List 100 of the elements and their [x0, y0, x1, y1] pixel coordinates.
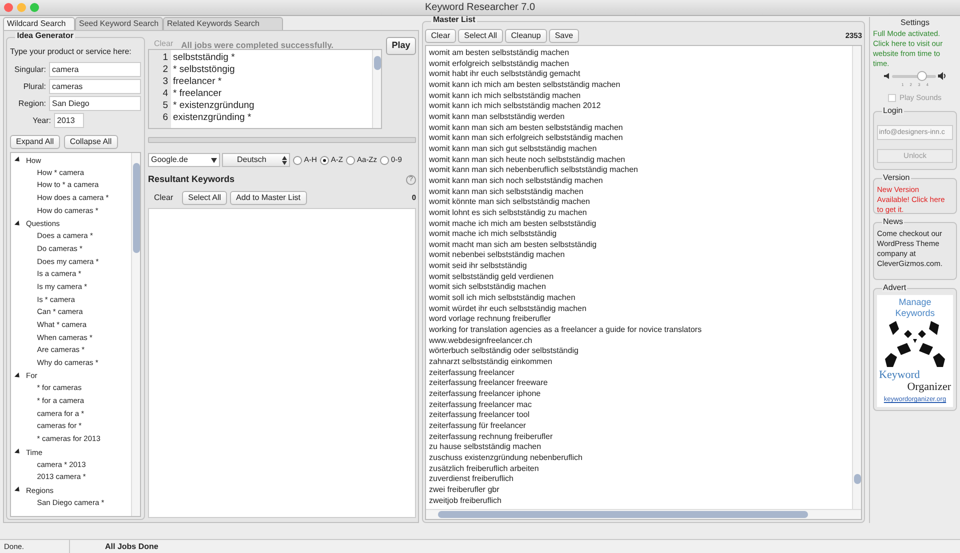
keyword-row[interactable]: womit soll ich mich selbstständig machen: [429, 293, 852, 304]
keyword-row[interactable]: womit kann man sich selbstständig machen: [429, 186, 852, 198]
vertical-scrollbar[interactable]: [372, 50, 381, 128]
button[interactable]: Collapse All: [64, 135, 118, 149]
tab[interactable]: Related Keywords Search: [163, 17, 283, 30]
keyword-row[interactable]: working for translation agencies as a freelancer a guide for novice translators: [429, 325, 852, 336]
keyword-row[interactable]: womit habt ihr euch selbstständig gemacht: [429, 69, 852, 80]
keyword-row[interactable]: wörterbuch selbständig oder selbstständig: [429, 346, 852, 358]
keyword-row[interactable]: womit mache ich mich am besten selbstständig: [429, 218, 852, 230]
keyword-row[interactable]: zusätzlich freiberuflich arbeiten: [429, 464, 852, 474]
radio-icon[interactable]: [346, 156, 356, 164]
advert-heading: Keywords: [895, 308, 935, 320]
radio-icon[interactable]: [293, 156, 302, 164]
keyword-row[interactable]: womit sich selbstständig machen: [429, 282, 852, 294]
keyword-row[interactable]: womit mache ich mich selbstständig: [429, 229, 852, 240]
button[interactable]: Select All: [182, 190, 228, 204]
tab[interactable]: Seed Keyword Search: [75, 17, 163, 30]
keyword-row[interactable]: womit kann ich mich selbstständig machen 2012: [429, 101, 852, 112]
keyword-row[interactable]: womit kann man sich nebenberuflich selbstständig machen: [429, 165, 852, 176]
close-icon[interactable]: [4, 3, 13, 12]
keyword-row[interactable]: zeiterfassung freelancer iphone: [429, 389, 852, 400]
minimize-icon[interactable]: [17, 3, 26, 12]
seed-line: * existenzgründung: [173, 100, 256, 112]
keyword-row[interactable]: zeiterfassung freelancer tool: [429, 410, 852, 421]
button[interactable]: Expand All: [10, 135, 60, 149]
keyword-row[interactable]: zeiterfassung freelancer freeware: [429, 378, 852, 389]
keyword-row[interactable]: womit kann ich mich selbstständig machen: [429, 90, 852, 102]
input-field[interactable]: 2013: [54, 113, 84, 128]
keyword-row[interactable]: word vorlage rechnung freiberufler: [429, 314, 852, 326]
keyword-row[interactable]: zahnarzt selbstständig einkommen: [429, 357, 852, 368]
play-button[interactable]: Play: [386, 37, 416, 55]
keyword-row[interactable]: womit nebenbei selbstständig machen: [429, 250, 852, 262]
seed-line: * selbststöngig: [173, 64, 236, 76]
section-title: Resultant Keywords: [148, 173, 235, 186]
keyword-row[interactable]: zu hause selbstständig machen: [429, 442, 852, 453]
slider-thumb[interactable]: [917, 70, 928, 80]
keyword-row[interactable]: zeiterfassung rechnung freiberufler: [429, 432, 852, 442]
button[interactable]: Clear: [425, 29, 456, 43]
keyword-row[interactable]: womit könnte man sich selbstständig machen: [429, 197, 852, 208]
disclosure-icon[interactable]: [14, 156, 22, 164]
keyword-row[interactable]: womit kann man sich noch selbstständig machen: [429, 176, 852, 187]
keyword-row[interactable]: womit kann man sich gut selbstständig machen: [429, 144, 852, 155]
radio-icon[interactable]: [380, 156, 390, 164]
panel-title: Login: [882, 107, 904, 116]
engine-dropdown[interactable]: Google.de: [148, 153, 220, 167]
keyword-row[interactable]: womit kann man selbstständig werden: [429, 112, 852, 123]
button[interactable]: Add to Master List: [230, 190, 307, 204]
radio-icon[interactable]: [320, 156, 329, 164]
disclosure-icon[interactable]: [14, 448, 22, 456]
keyword-row[interactable]: womit selbstständig geld verdienen: [429, 272, 852, 282]
input-field[interactable]: San Diego: [49, 96, 141, 111]
language-dropdown[interactable]: Deutsch: [222, 153, 290, 167]
keyword-row[interactable]: womit kann ich mich am besten selbstständig machen: [429, 80, 852, 91]
keyword-row[interactable]: zwei freiberufler gbr: [429, 484, 852, 496]
keyword-row[interactable]: zeiterfassung freelancer mac: [429, 400, 852, 410]
keyword-row[interactable]: womit kann man sich am besten selbstständig machen: [429, 122, 852, 134]
panel-title: Version: [882, 174, 911, 182]
horizontal-scrollbar[interactable]: [426, 509, 861, 519]
disclosure-icon[interactable]: [14, 486, 22, 494]
seed-line: selbstständig *: [173, 52, 236, 64]
tab[interactable]: Wildcard Search: [3, 17, 75, 30]
line-number: 2: [162, 64, 169, 76]
input-field[interactable]: camera: [49, 62, 141, 77]
button[interactable]: Cleanup: [505, 29, 547, 43]
keyword-row[interactable]: zuschuss existenzgründung nebenberuflich: [429, 452, 852, 464]
keyword-row[interactable]: womit am besten selbstständig machen: [429, 48, 852, 59]
group-title: Master List: [431, 16, 478, 24]
line-number: 4: [162, 88, 169, 100]
seed-line: existenzgründing *: [173, 112, 252, 124]
vertical-scrollbar[interactable]: [131, 153, 140, 516]
keyword-row[interactable]: womit kann man sich erfolgreich selbstständig machen: [429, 133, 852, 144]
vertical-scrollbar[interactable]: [852, 46, 861, 509]
disclosure-icon[interactable]: [14, 372, 22, 380]
seed-line: freelancer *: [173, 76, 223, 88]
input-field[interactable]: cameras: [49, 79, 141, 94]
speaker-icon: [884, 73, 890, 79]
keyword-row[interactable]: zeiterfassung freelancer: [429, 368, 852, 378]
keyword-row[interactable]: zuverdienst freiberuflich: [429, 474, 852, 485]
field-label: Year:: [32, 114, 52, 126]
keyword-row[interactable]: zweitjob freiberuflich: [429, 496, 852, 506]
seed-line: * freelancer: [173, 88, 223, 100]
keyword-row[interactable]: womit kann man sich heute noch selbstständig machen: [429, 154, 852, 166]
maximize-icon[interactable]: [30, 3, 39, 12]
keyword-row[interactable]: womit lohnt es sich selbstständig zu machen: [429, 208, 852, 218]
stepper-icon: [282, 156, 287, 164]
button[interactable]: Select All: [458, 29, 504, 43]
keyword-row[interactable]: zeiterfassung für freelancer: [429, 420, 852, 432]
keyword-row[interactable]: womit würdet ihr euch selbstständig machen: [429, 304, 852, 314]
keyword-row[interactable]: www.webdesignfreelancer.ch: [429, 336, 852, 346]
checkbox[interactable]: [888, 94, 896, 102]
button[interactable]: Clear: [148, 190, 180, 204]
prompt-text: Type your product or service here:: [10, 46, 132, 58]
seed-editor[interactable]: 1 2 3 4 5 6 selbstständig * * selbststöngig freelancer * * freelancer * existenzgründung existenzgründing *: [148, 49, 382, 129]
keyword-row[interactable]: womit seid ihr selbstständig: [429, 261, 852, 272]
panel-title: News: [882, 218, 904, 226]
button[interactable]: Save: [548, 29, 580, 43]
keyword-row[interactable]: womit erfolgreich selbstständig machen: [429, 58, 852, 70]
loud-speaker-icon: [938, 72, 946, 80]
disclosure-icon[interactable]: [14, 220, 22, 228]
keyword-row[interactable]: womit macht man sich am besten selbstständig: [429, 240, 852, 250]
